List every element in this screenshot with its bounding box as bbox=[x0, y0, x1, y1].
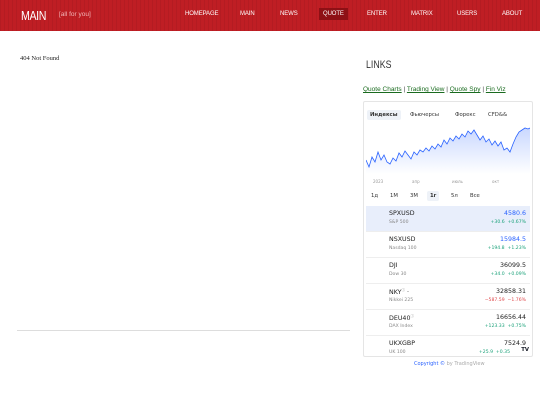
change-abs: +30.6 bbox=[490, 220, 505, 225]
nav-item-homepage[interactable]: HOMEPAGE bbox=[185, 11, 219, 17]
x-axis-label: окт bbox=[492, 179, 500, 184]
symbol-change: +34.0 +0.09% bbox=[491, 272, 526, 277]
nav-item-about[interactable]: ABOUT bbox=[502, 11, 522, 17]
tab-futures[interactable]: Фьючерсы bbox=[407, 110, 442, 120]
symbol-text: NKY bbox=[389, 289, 402, 297]
link-quote-spy[interactable]: Quote Spy bbox=[450, 86, 481, 93]
x-axis-label: апр bbox=[412, 179, 420, 184]
link-fin-viz[interactable]: Fin Viz bbox=[486, 86, 506, 93]
symbol-name: NKYⓘ · bbox=[389, 288, 409, 297]
symbol-desc: Nasdaq 100 bbox=[389, 246, 417, 251]
change-abs: +25.9 bbox=[478, 350, 493, 355]
nav-item-matrix[interactable]: MATRIX bbox=[411, 11, 433, 17]
symbol-desc: DAX Index bbox=[389, 324, 413, 329]
symbol-price: 36099.5 bbox=[499, 262, 526, 269]
link-separator: | bbox=[403, 86, 406, 93]
symbol-price: 32858.31 bbox=[495, 288, 526, 295]
site-tagline: [all for you] bbox=[59, 11, 91, 18]
symbol-row[interactable]: DEU40ⓘ DAX Index 16656.44 +123.33 +0.75% bbox=[366, 310, 530, 336]
symbol-row[interactable]: UKXGBP UK 100 7524.9 +25.9 +0.35 bbox=[366, 336, 530, 361]
symbol-name: SPXUSD bbox=[389, 210, 415, 217]
symbol-change: +123.33 +0.75% bbox=[485, 324, 526, 329]
symbol-desc: Dow 30 bbox=[389, 272, 407, 277]
change-pct: +0.35 bbox=[495, 350, 510, 355]
symbol-change: +194.8 +1.23% bbox=[488, 246, 526, 251]
symbol-price: 7524.9 bbox=[503, 340, 526, 347]
symbol-desc: UK 100 bbox=[389, 350, 406, 355]
symbol-row[interactable]: DJI Dow 30 36099.5 +34.0 +0.09% bbox=[366, 258, 530, 284]
info-icon: ⓘ bbox=[401, 288, 405, 292]
link-separator: | bbox=[482, 86, 485, 93]
symbol-price: 15984.5 bbox=[499, 236, 526, 243]
links-title: LINKS bbox=[366, 59, 392, 71]
symbol-price: 16656.44 bbox=[495, 314, 526, 321]
change-pct: +0.67% bbox=[507, 220, 526, 225]
x-axis-label: 2023 bbox=[373, 179, 384, 184]
nav-item-main[interactable]: MAIN bbox=[240, 11, 255, 17]
range-5y[interactable]: 5л bbox=[448, 191, 461, 201]
symbol-row[interactable]: SPXUSD S&P 500 4580.6 +30.6 +0.67% bbox=[366, 206, 530, 232]
tradingview-logo-icon[interactable]: TV bbox=[521, 347, 529, 353]
symbol-row[interactable]: NKYⓘ · Nikkei 225 32858.31 −587.59 −1.76… bbox=[366, 284, 530, 310]
sparkline-chart bbox=[366, 127, 530, 174]
change-pct: +0.75% bbox=[507, 324, 526, 329]
range-1d[interactable]: 1д bbox=[368, 191, 381, 201]
links-list: Quote Charts | Trading View | Quote Spy … bbox=[363, 86, 506, 93]
tab-cfd[interactable]: CFD&& bbox=[485, 110, 510, 120]
nav-item-enter[interactable]: ENTER bbox=[367, 11, 387, 17]
market-overview-widget: Индексы Фьючерсы Форекс CFD&& 2023 апр и… bbox=[363, 101, 533, 357]
symbol-change: −587.59 −1.76% bbox=[485, 298, 526, 303]
symbol-desc: Nikkei 225 bbox=[389, 298, 414, 303]
symbol-name: UKXGBP bbox=[389, 340, 416, 347]
range-all[interactable]: Все bbox=[467, 191, 483, 201]
symbol-row[interactable]: NSXUSD Nasdaq 100 15984.5 +194.8 +1.23% bbox=[366, 232, 530, 258]
widget-copyright: Copyright © by TradingView bbox=[414, 361, 485, 367]
symbol-name: NSXUSD bbox=[389, 236, 416, 243]
link-quote-charts[interactable]: Quote Charts bbox=[363, 86, 402, 93]
change-abs: +194.8 bbox=[487, 246, 505, 251]
change-abs: −587.59 bbox=[484, 298, 505, 303]
symbol-desc: S&P 500 bbox=[389, 220, 409, 225]
change-pct: +0.09% bbox=[507, 272, 526, 277]
symbol-change: +30.6 +0.67% bbox=[491, 220, 526, 225]
symbol-name: DEU40ⓘ bbox=[389, 314, 414, 322]
change-pct: −1.76% bbox=[507, 298, 526, 303]
symbol-change: +25.9 +0.35 bbox=[479, 350, 510, 355]
sparkline-area bbox=[366, 128, 530, 174]
content-divider bbox=[17, 330, 350, 331]
copyright-link[interactable]: Copyright © bbox=[414, 361, 445, 367]
nav-item-news[interactable]: NEWS bbox=[280, 11, 298, 17]
change-abs: +34.0 bbox=[490, 272, 505, 277]
range-1y[interactable]: 1г bbox=[427, 191, 440, 201]
copyright-by: by TradingView bbox=[446, 361, 485, 367]
x-axis-label: июль bbox=[452, 179, 463, 184]
change-pct: +1.23% bbox=[507, 246, 526, 251]
range-1m[interactable]: 1М bbox=[387, 191, 401, 201]
nav-item-users[interactable]: USERS bbox=[457, 11, 477, 17]
header-bar: MAIN [all for you] HOMEPAGE MAIN NEWS QU… bbox=[0, 0, 540, 31]
site-logo[interactable]: MAIN bbox=[21, 8, 46, 23]
change-abs: +123.33 bbox=[484, 324, 505, 329]
nav-item-quote[interactable]: QUOTE bbox=[319, 8, 348, 20]
link-separator: | bbox=[446, 86, 448, 93]
symbol-name: DJI bbox=[389, 262, 398, 269]
error-message: 404 Not Found bbox=[20, 55, 60, 62]
range-3m[interactable]: 3М bbox=[407, 191, 421, 201]
link-trading-view[interactable]: Trading View bbox=[407, 86, 445, 93]
info-icon: ⓘ bbox=[410, 314, 414, 318]
symbol-text: DEU40 bbox=[389, 315, 411, 323]
symbol-price: 4580.6 bbox=[503, 210, 526, 217]
symbol-list: SPXUSD S&P 500 4580.6 +30.6 +0.67% NSXUS… bbox=[366, 206, 530, 361]
tab-forex[interactable]: Форекс bbox=[452, 110, 479, 120]
tab-indices[interactable]: Индексы bbox=[367, 110, 401, 120]
